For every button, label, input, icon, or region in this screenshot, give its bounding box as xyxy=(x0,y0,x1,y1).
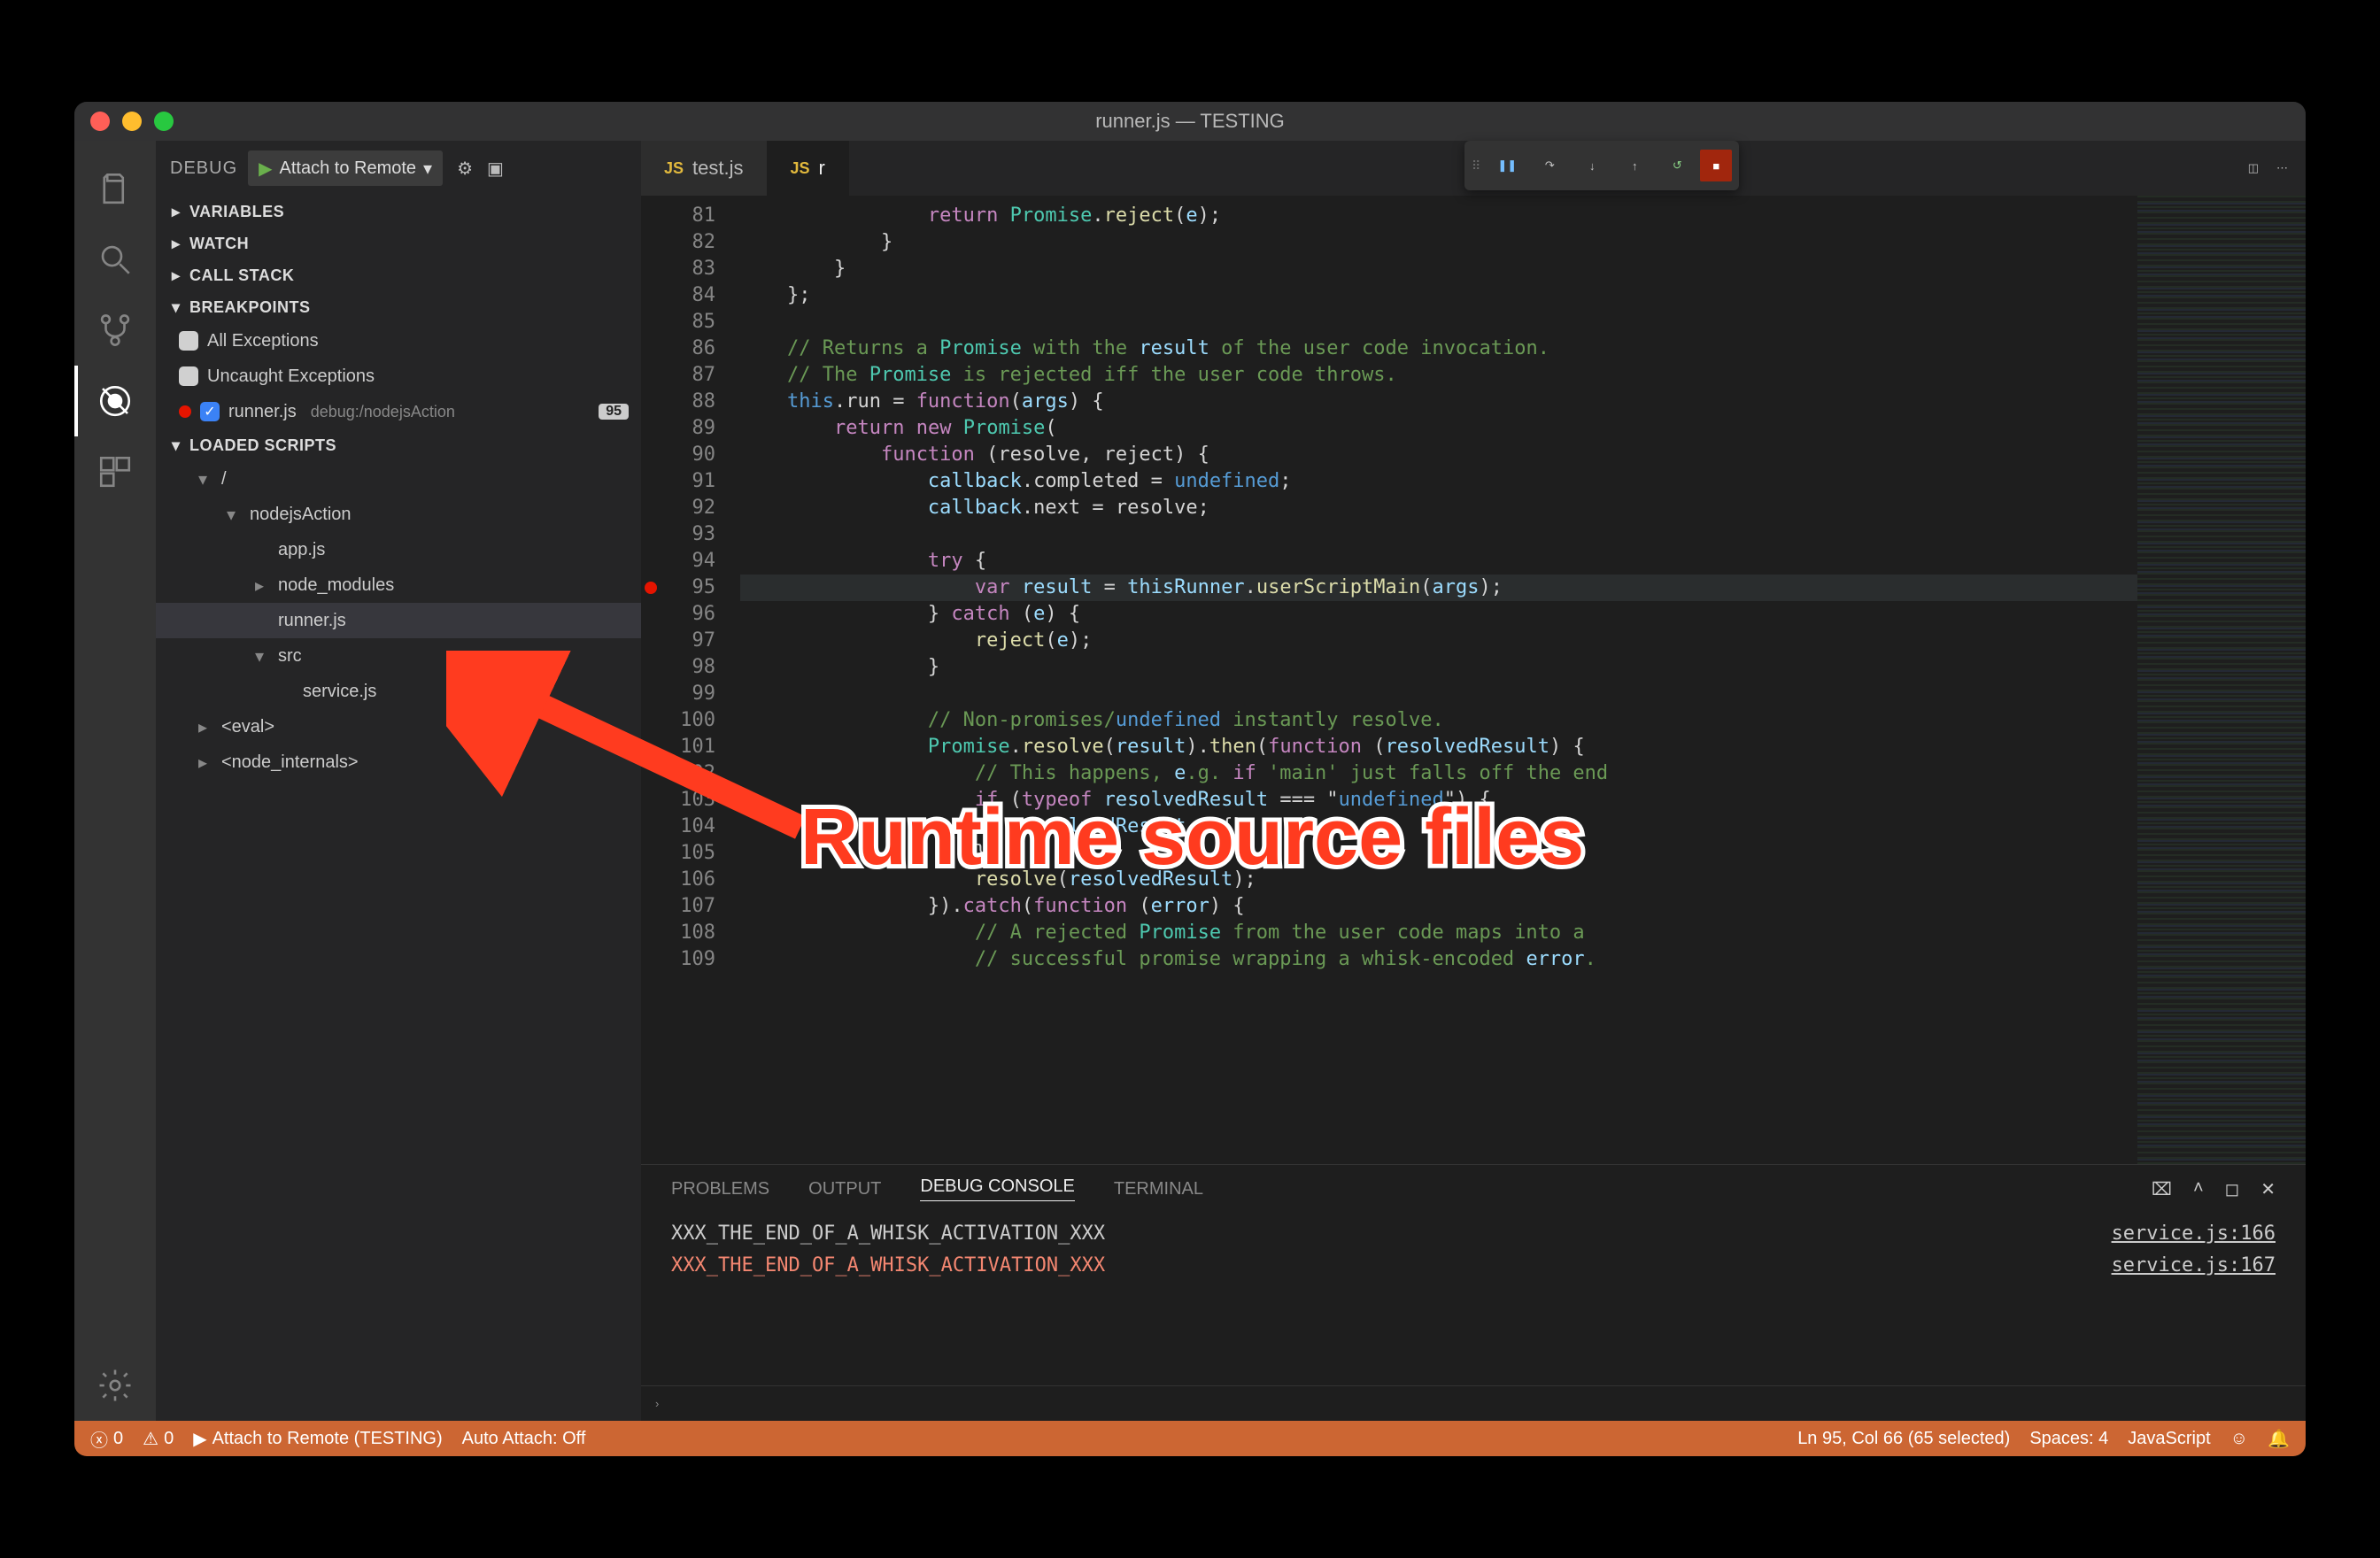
breakpoint-gutter[interactable] xyxy=(641,196,661,1164)
activity-bar xyxy=(74,141,156,1421)
tab-debug-console[interactable]: DEBUG CONSOLE xyxy=(920,1176,1074,1201)
bp-all-exceptions[interactable]: All Exceptions xyxy=(156,323,641,359)
vscode-window: runner.js — TESTING xyxy=(74,102,2306,1456)
tree-item[interactable]: runner.js xyxy=(156,603,641,638)
checkbox-icon[interactable] xyxy=(179,331,198,351)
js-file-icon: JS xyxy=(664,159,684,178)
console-source-link[interactable]: service.js:167 xyxy=(2112,1250,2276,1282)
status-auto-attach[interactable]: Auto Attach: Off xyxy=(462,1429,586,1449)
step-out-icon[interactable]: ↑ xyxy=(1615,146,1654,185)
sidebar-title: DEBUG xyxy=(170,158,237,179)
debug-toolbar[interactable]: ⠿ ❚❚ ↷ ↓ ↑ ↺ ■ xyxy=(1464,141,1739,190)
bp-item[interactable]: ✓ runner.js debug:/nodejsAction 95 xyxy=(156,394,641,429)
start-debug-icon[interactable]: ▶ xyxy=(259,158,272,180)
tab-terminal[interactable]: TERMINAL xyxy=(1114,1179,1203,1199)
explorer-icon[interactable] xyxy=(74,153,156,224)
status-launch-config[interactable]: ▶ Attach to Remote (TESTING) xyxy=(193,1428,442,1450)
settings-gear-icon[interactable] xyxy=(74,1350,156,1421)
step-into-icon[interactable]: ↓ xyxy=(1572,146,1611,185)
section-variables[interactable]: ▸VARIABLES xyxy=(156,196,641,228)
tab-output[interactable]: OUTPUT xyxy=(808,1179,881,1199)
section-watch[interactable]: ▸WATCH xyxy=(156,228,641,259)
tab-problems[interactable]: PROBLEMS xyxy=(671,1179,769,1199)
source-control-icon[interactable] xyxy=(74,295,156,366)
tree-item[interactable]: ▸<eval> xyxy=(156,709,641,744)
section-loaded-scripts[interactable]: ▾LOADED SCRIPTS xyxy=(156,429,641,461)
tree-item[interactable]: service.js xyxy=(156,674,641,709)
tree-root[interactable]: ▾/ xyxy=(156,461,641,497)
debug-sidebar: DEBUG ▶ Attach to Remote ▾ ⚙ ▣ ▸VARIABLE… xyxy=(156,141,641,1421)
debug-config-select[interactable]: ▶ Attach to Remote ▾ xyxy=(248,150,443,186)
restart-icon[interactable]: ↺ xyxy=(1658,146,1696,185)
debug-icon[interactable] xyxy=(74,366,156,436)
bp-uncaught-exceptions[interactable]: Uncaught Exceptions xyxy=(156,359,641,394)
continue-icon[interactable]: ❚❚ xyxy=(1488,146,1526,185)
line-number-gutter: 8182838485868788899091929394959697989910… xyxy=(661,196,731,1164)
console-row: XXX_THE_END_OF_A_WHISK_ACTIVATION_XXXser… xyxy=(671,1218,2276,1250)
editor-tabbar: JS test.js JS r ◫ ⋯ ⠿ ❚❚ ↷ ↓ ↑ ↺ xyxy=(641,141,2306,196)
status-bar: ⓧ 0 ⚠ 0 ▶ Attach to Remote (TESTING) Aut… xyxy=(74,1421,2306,1456)
step-over-icon[interactable]: ↷ xyxy=(1530,146,1569,185)
debug-console-output[interactable]: XXX_THE_END_OF_A_WHISK_ACTIVATION_XXXser… xyxy=(641,1213,2306,1385)
tree-item[interactable]: ▾nodejsAction xyxy=(156,497,641,532)
close-window[interactable] xyxy=(90,112,110,131)
tree-item[interactable]: ▸node_modules xyxy=(156,567,641,603)
checkbox-icon[interactable] xyxy=(179,366,198,386)
code-editor[interactable]: 8182838485868788899091929394959697989910… xyxy=(641,196,2306,1164)
debug-sidebar-header: DEBUG ▶ Attach to Remote ▾ ⚙ ▣ xyxy=(156,141,641,196)
maximize-panel-icon[interactable]: ◻ xyxy=(2225,1178,2240,1200)
extensions-icon[interactable] xyxy=(74,436,156,507)
checkbox-checked-icon[interactable]: ✓ xyxy=(200,402,220,421)
zoom-window[interactable] xyxy=(154,112,174,131)
status-spaces[interactable]: Spaces: 4 xyxy=(2029,1429,2108,1449)
debug-console-icon[interactable]: ▣ xyxy=(487,158,504,180)
tree-item[interactable]: ▾src xyxy=(156,638,641,674)
more-actions-icon[interactable]: ⋯ xyxy=(2276,161,2288,175)
gear-icon[interactable]: ⚙ xyxy=(457,158,473,180)
section-breakpoints[interactable]: ▾BREAKPOINTS xyxy=(156,291,641,323)
editor-area: JS test.js JS r ◫ ⋯ ⠿ ❚❚ ↷ ↓ ↑ ↺ xyxy=(641,141,2306,1421)
status-warnings[interactable]: ⚠ 0 xyxy=(143,1428,174,1450)
console-source-link[interactable]: service.js:166 xyxy=(2112,1218,2276,1250)
bp-line-badge: 95 xyxy=(599,404,629,420)
minimap[interactable] xyxy=(2137,196,2306,1164)
bottom-panel: PROBLEMS OUTPUT DEBUG CONSOLE TERMINAL ⌧… xyxy=(641,1164,2306,1421)
console-row: XXX_THE_END_OF_A_WHISK_ACTIVATION_XXXser… xyxy=(671,1250,2276,1282)
split-editor-icon[interactable]: ◫ xyxy=(2248,161,2259,175)
drag-grip-icon[interactable]: ⠿ xyxy=(1472,158,1480,174)
collapse-icon[interactable]: ˄ xyxy=(2193,1178,2204,1200)
status-cursor[interactable]: Ln 95, Col 66 (65 selected) xyxy=(1797,1429,2010,1449)
tree-item[interactable]: app.js xyxy=(156,532,641,567)
search-icon[interactable] xyxy=(74,224,156,295)
debug-console-input[interactable]: › xyxy=(641,1385,2306,1421)
code-content[interactable]: return Promise.reject(e); } } }; // Retu… xyxy=(731,196,2137,1164)
section-callstack[interactable]: ▸CALL STACK xyxy=(156,259,641,291)
titlebar: runner.js — TESTING xyxy=(74,102,2306,141)
tab-runner-js[interactable]: JS r xyxy=(768,141,849,196)
js-file-icon: JS xyxy=(791,159,810,178)
feedback-icon[interactable]: ☺ xyxy=(2230,1429,2248,1449)
status-errors[interactable]: ⓧ 0 xyxy=(90,1426,123,1452)
minimize-window[interactable] xyxy=(122,112,142,131)
window-controls xyxy=(90,112,174,131)
window-title: runner.js — TESTING xyxy=(1095,110,1285,133)
chevron-down-icon: ▾ xyxy=(423,158,432,180)
tree-item[interactable]: ▸<node_internals> xyxy=(156,744,641,780)
status-language[interactable]: JavaScript xyxy=(2128,1429,2210,1449)
clear-console-icon[interactable]: ⌧ xyxy=(2152,1178,2172,1200)
panel-tabs: PROBLEMS OUTPUT DEBUG CONSOLE TERMINAL ⌧… xyxy=(641,1165,2306,1213)
debug-config-name: Attach to Remote xyxy=(280,158,417,179)
stop-icon[interactable]: ■ xyxy=(1700,150,1732,181)
close-panel-icon[interactable]: ✕ xyxy=(2260,1178,2276,1200)
tab-test-js[interactable]: JS test.js xyxy=(641,141,768,196)
notifications-icon[interactable]: 🔔 xyxy=(2268,1428,2290,1450)
breakpoint-dot-icon xyxy=(179,405,191,418)
